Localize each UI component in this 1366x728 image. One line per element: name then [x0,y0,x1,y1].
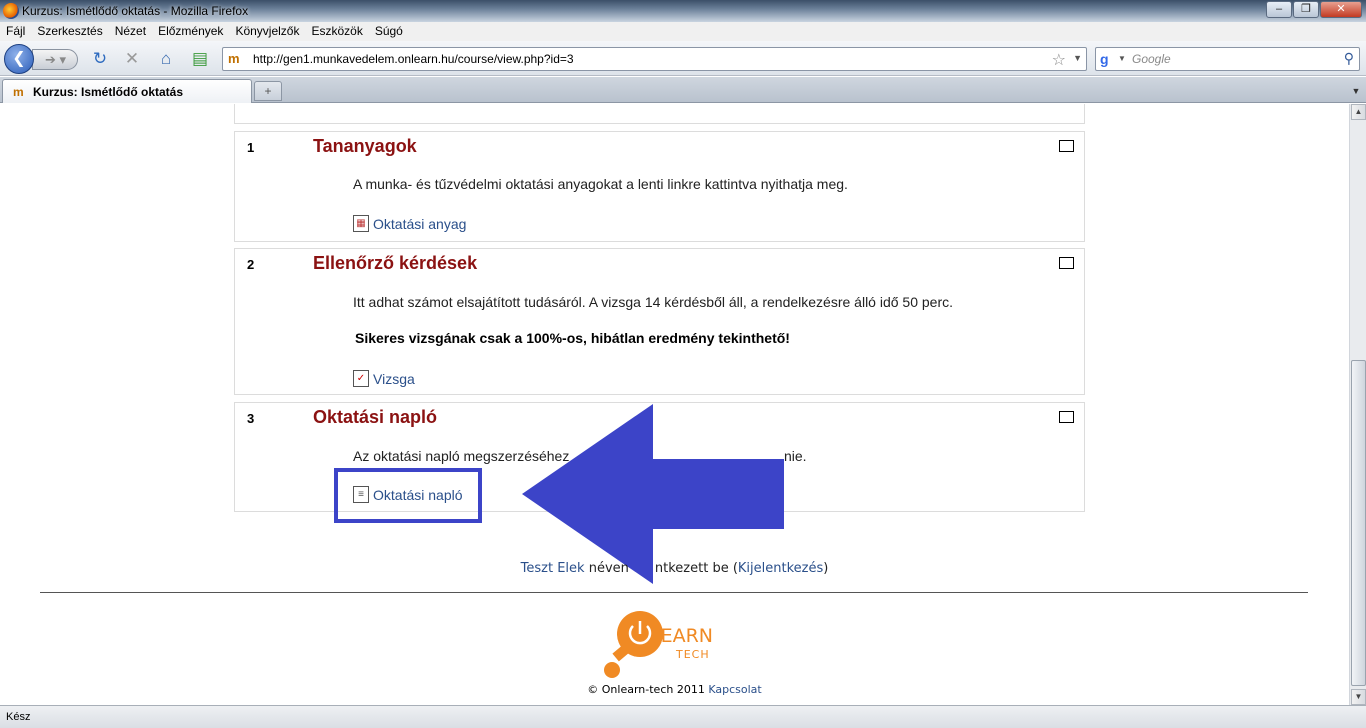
reload-button[interactable]: ↻ [90,50,110,68]
bookmark-star-icon[interactable]: ☆ [1052,50,1066,70]
section-number: 3 [247,411,255,426]
annotation-highlight-box [334,468,482,523]
scroll-up-icon[interactable]: ▲ [1351,104,1366,120]
resource-icon: ▦ [353,215,369,232]
search-placeholder[interactable]: Google [1132,52,1171,66]
quiz-icon: ✓ [353,370,369,387]
tab-list-dropdown-icon[interactable]: ▼ [1348,81,1364,101]
stop-icon: ✕ [124,49,140,68]
google-icon[interactable]: g [1100,51,1116,67]
status-text: Kész [6,711,31,723]
window-controls: – ❐ ✕ [1266,1,1362,18]
close-button[interactable]: ✕ [1320,1,1362,18]
login-text-b: ntkezett be ( [654,561,738,576]
link-label: Vizsga [373,370,415,387]
menu-bar: Fájl Szerkesztés Nézet Előzmények Könyvj… [0,22,1366,41]
section-description-end: nie. [784,448,807,464]
link-exam[interactable]: ✓ Vizsga [353,370,415,387]
status-bar: Kész [0,705,1366,728]
url-dropdown-icon[interactable]: ▼ [1073,53,1082,63]
link-label: Oktatási anyag [373,215,467,232]
back-button[interactable]: ❮ [4,44,34,74]
reload-icon: ↻ [92,49,108,68]
firefox-icon [3,3,19,19]
tab-favicon-icon: m [13,85,24,99]
section-toggle-checkbox[interactable] [1059,257,1074,269]
section-title: Oktatási napló [313,407,438,427]
scroll-down-icon[interactable]: ▼ [1351,689,1366,705]
home-icon: ⌂ [160,49,172,68]
menu-bookmarks[interactable]: Könyvjelzők [235,22,299,41]
tab-course[interactable]: m Kurzus: Ismétlődő oktatás [2,79,252,103]
link-training-material[interactable]: ▦ Oktatási anyag [353,215,466,232]
contact-link[interactable]: Kapcsolat [708,683,761,696]
back-arrow-icon: ❮ [12,50,26,67]
section-description: Itt adhat számot elsajátított tudásáról.… [353,294,954,310]
logout-link[interactable]: Kijelentkezés [738,561,823,576]
menu-file[interactable]: Fájl [6,22,25,41]
forward-button[interactable]: ➔ ▾ [32,49,78,70]
menu-help[interactable]: Súgó [375,22,403,41]
search-bar[interactable]: g ▼ Google ⚲ [1095,47,1360,71]
page-content: 1 Tananyagok A munka- és tűzvédelmi okta… [0,104,1349,705]
bookmarks-icon: ▤ [191,49,209,68]
new-tab-button[interactable]: + [254,81,282,101]
search-engine-dropdown-icon[interactable]: ▼ [1118,54,1126,63]
maximize-button[interactable]: ❐ [1293,1,1319,18]
search-icon[interactable]: ⚲ [1344,50,1354,67]
section-number: 2 [247,257,255,272]
menu-edit[interactable]: Szerkesztés [37,22,102,41]
window-title: Kurzus: Ismétlődő oktatás - Mozilla Fire… [22,4,249,18]
menu-history[interactable]: Előzmények [158,22,223,41]
minimize-button[interactable]: – [1266,1,1292,18]
footer-divider [40,592,1308,593]
stop-button[interactable]: ✕ [122,50,142,68]
menu-view[interactable]: Nézet [115,22,146,41]
logo-text-tech: TECH [676,648,710,661]
tab-bar: m Kurzus: Ismétlődő oktatás + ▼ [0,77,1366,103]
forward-arrow-icon: ➔ ▾ [45,52,67,67]
section-description: A munka- és tűzvédelmi oktatási anyagoka… [353,176,848,192]
section-number: 1 [247,140,255,155]
site-favicon-icon: m [228,51,240,66]
tab-label: Kurzus: Ismétlődő oktatás [33,85,184,99]
user-link[interactable]: Teszt Elek [521,561,585,576]
url-bar[interactable]: m http://gen1.munkavedelem.onlearn.hu/co… [222,47,1087,71]
section-2: 2 Ellenőrző kérdések Itt adhat számot el… [234,248,1085,395]
plus-icon: + [264,84,272,98]
login-text-a: néven [584,561,629,576]
copyright-text: © Onlearn-tech 2011 [587,683,709,696]
login-text-end: ) [823,561,829,576]
section-toggle-checkbox[interactable] [1059,140,1074,152]
section-notice: Sikeres vizsgának csak a 100%-os, hibátl… [355,330,790,346]
home-button[interactable]: ⌂ [156,50,176,68]
annotation-arrow-icon [522,404,784,584]
logo-text-learn: LEARN [650,625,714,647]
vertical-scrollbar[interactable]: ▲ ▼ [1349,104,1366,705]
login-info: Teszt Elek néven ntkezett be (Kijelentkez… [0,561,1349,576]
url-text[interactable]: http://gen1.munkavedelem.onlearn.hu/cour… [253,52,574,66]
menu-tools[interactable]: Eszközök [311,22,362,41]
section-0-remnant [234,104,1085,124]
copyright: © Onlearn-tech 2011 Kapcsolat [0,683,1349,696]
scrollbar-thumb[interactable] [1351,360,1366,686]
window-titlebar: Kurzus: Ismétlődő oktatás - Mozilla Fire… [0,0,1366,22]
bookmarks-button[interactable]: ▤ [190,50,210,68]
section-1: 1 Tananyagok A munka- és tűzvédelmi okta… [234,131,1085,242]
section-toggle-checkbox[interactable] [1059,411,1074,423]
section-title: Ellenőrző kérdések [313,253,478,273]
section-title: Tananyagok [313,136,417,156]
